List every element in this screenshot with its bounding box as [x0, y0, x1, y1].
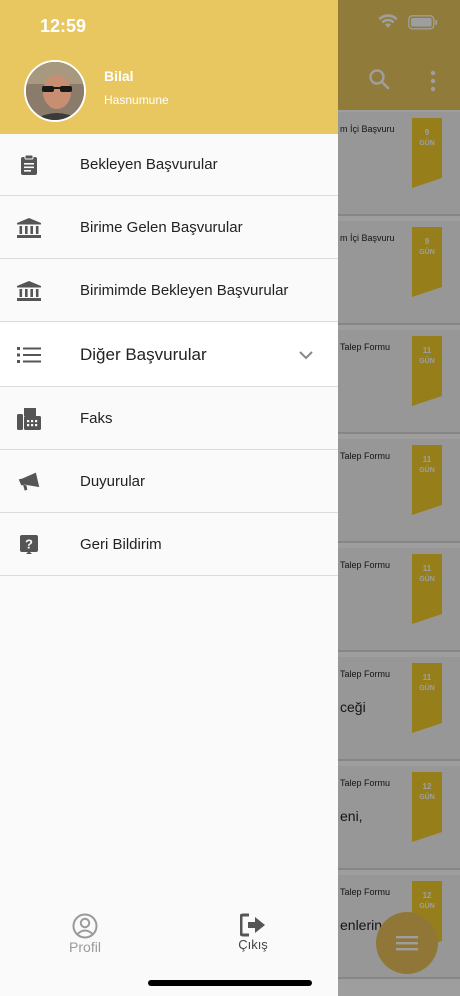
menu-item-birime-gelen-basvurular[interactable]: Birime Gelen Başvurular [0, 197, 338, 259]
profile-button[interactable]: Profil [64, 913, 106, 955]
question-icon: ? [17, 533, 41, 557]
chevron-down-icon[interactable] [298, 347, 314, 363]
exit-label: Çıkış [238, 937, 268, 952]
navigation-drawer: 12:59 Bilal Hasnumune Bekleyen Başvurula… [0, 0, 338, 996]
menu-item-label: Duyurular [80, 473, 146, 490]
avatar-photo [26, 62, 84, 120]
list-icon [17, 343, 41, 367]
menu-item-duyurular[interactable]: Duyurular [0, 451, 338, 513]
home-indicator [148, 980, 312, 986]
menu-item-label: Geri Bildirim [80, 536, 162, 553]
drawer-header: 12:59 Bilal Hasnumune [0, 0, 338, 134]
menu-item-birimimde-bekleyen-basvurular[interactable]: Birimimde Bekleyen Başvurular [0, 260, 338, 322]
menu-item-diger-basvurular[interactable]: Diğer Başvurular [0, 323, 338, 387]
menu-item-label: Faks [80, 410, 113, 427]
svg-text:?: ? [25, 536, 33, 551]
menu-item-label: Birime Gelen Başvurular [80, 219, 243, 236]
menu-item-bekleyen-basvurular[interactable]: Bekleyen Başvurular [0, 134, 338, 196]
fax-icon [17, 407, 41, 431]
menu-item-geri-bildirim[interactable]: ? Geri Bildirim [0, 514, 338, 576]
bank-icon [17, 216, 41, 240]
menu-item-label: Birimimde Bekleyen Başvurular [80, 282, 289, 299]
user-subtitle: Hasnumune [104, 93, 169, 107]
bank-icon [17, 279, 41, 303]
exit-button[interactable]: Çıkış [232, 913, 274, 952]
profile-label: Profil [69, 939, 101, 955]
megaphone-icon [17, 470, 41, 494]
clipboard-icon [17, 153, 41, 177]
avatar[interactable] [24, 60, 86, 122]
status-time: 12:59 [40, 16, 87, 36]
menu-item-label: Diğer Başvurular [80, 344, 207, 364]
menu-item-label: Bekleyen Başvurular [80, 156, 218, 173]
menu-item-faks[interactable]: Faks [0, 388, 338, 450]
profile-icon [72, 913, 98, 939]
user-name: Bilal [104, 68, 134, 84]
logout-icon [240, 913, 265, 937]
